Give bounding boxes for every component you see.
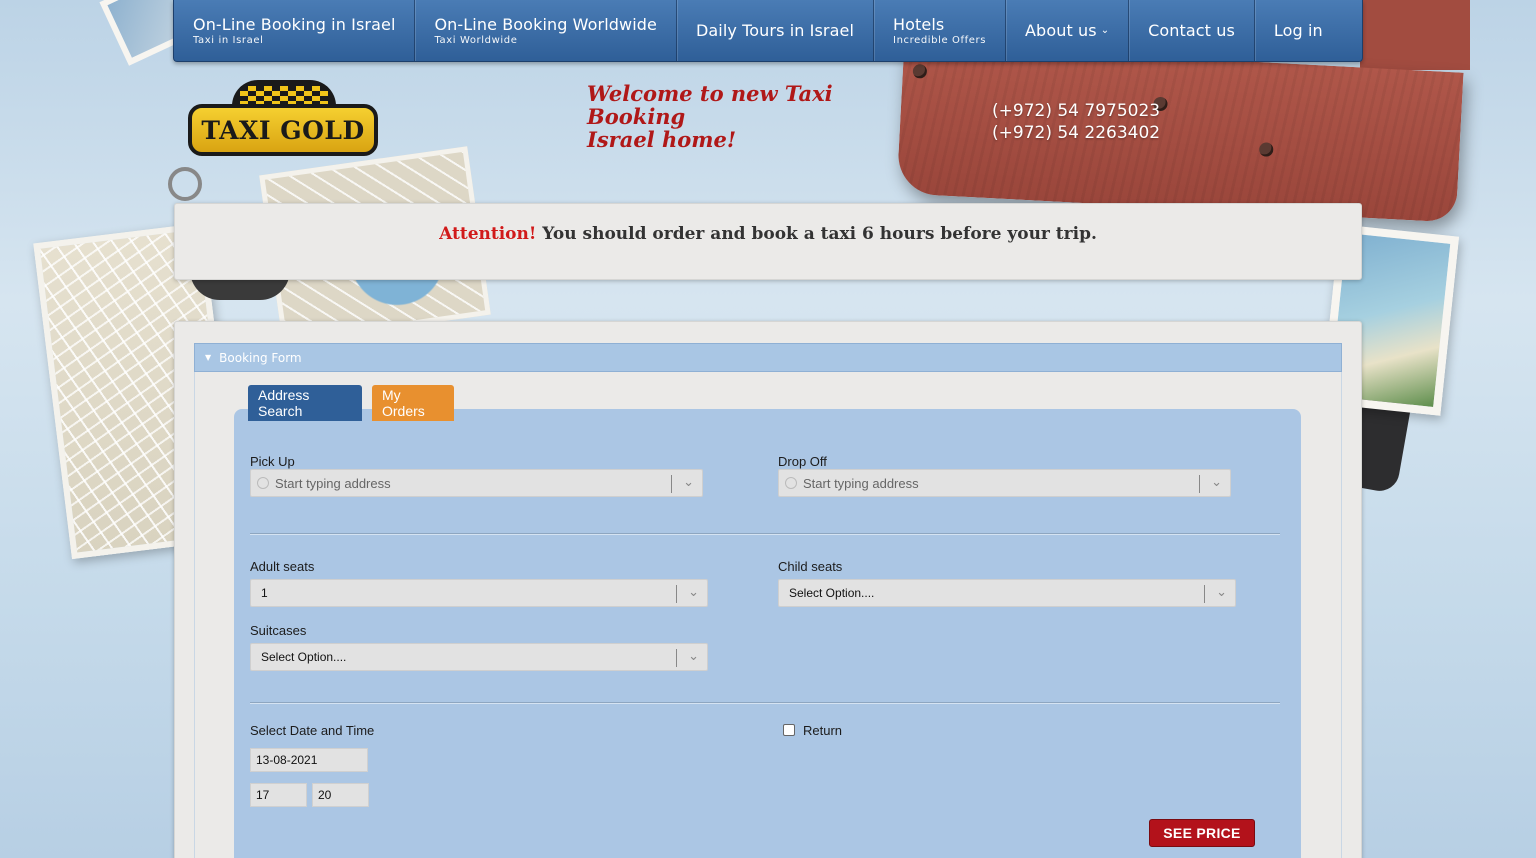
attention-text: You should order and book a taxi 6 hours… bbox=[542, 224, 1097, 244]
keyring-decoration bbox=[168, 167, 202, 201]
suitcases-label: Suitcases bbox=[250, 623, 307, 638]
nav-label: Hotels bbox=[893, 15, 945, 34]
nav-online-booking-worldwide[interactable]: On-Line Booking Worldwide Taxi Worldwide bbox=[415, 0, 677, 61]
select-separator bbox=[1204, 585, 1205, 603]
nav-label: On-Line Booking in Israel bbox=[193, 15, 396, 34]
hour-input[interactable]: 17 bbox=[250, 783, 307, 807]
child-seats-label: Child seats bbox=[778, 559, 843, 574]
tab-my-orders[interactable]: My Orders bbox=[372, 385, 454, 421]
pickup-placeholder: Start typing address bbox=[275, 475, 391, 491]
taxi-gold-logo[interactable]: TAXI GOLD bbox=[188, 80, 378, 156]
taxi-sign-checker-icon bbox=[232, 80, 336, 106]
nav-log-in[interactable]: Log in bbox=[1255, 0, 1342, 61]
nav-label: Contact us bbox=[1148, 21, 1235, 40]
welcome-message: Welcome to new Taxi Booking Israel home! bbox=[587, 82, 907, 151]
phone-numbers: (+972) 54 7975023 (+972) 54 2263402 bbox=[992, 100, 1160, 144]
minute-input[interactable]: 20 bbox=[312, 783, 369, 807]
nav-online-booking-israel[interactable]: On-Line Booking in Israel Taxi in Israel bbox=[174, 0, 416, 61]
return-checkbox[interactable] bbox=[783, 724, 795, 736]
phone-number-2: (+972) 54 2263402 bbox=[992, 123, 1161, 143]
dropoff-label: Drop Off bbox=[778, 454, 827, 469]
pickup-label: Pick Up bbox=[250, 454, 295, 469]
child-seats-value: Select Option.... bbox=[789, 586, 875, 600]
suitcases-value: Select Option.... bbox=[261, 650, 347, 664]
attention-highlight: Attention! bbox=[439, 224, 537, 244]
location-pin-icon bbox=[257, 477, 269, 489]
select-separator bbox=[671, 475, 672, 493]
phone-number-1: (+972) 54 7975023 bbox=[992, 101, 1161, 121]
chevron-down-icon: ⌄ bbox=[1100, 25, 1110, 36]
suitcases-select[interactable]: Select Option.... ⌄ bbox=[250, 643, 708, 671]
booking-form-header[interactable]: ▼ Booking Form bbox=[194, 343, 1342, 372]
return-label: Return bbox=[803, 723, 843, 738]
adult-seats-label: Adult seats bbox=[250, 559, 315, 574]
nav-label: Daily Tours in Israel bbox=[695, 21, 855, 40]
dropoff-placeholder: Start typing address bbox=[803, 475, 919, 491]
suitcase-decoration bbox=[896, 43, 1464, 223]
attention-notice: Attention! You should order and book a t… bbox=[174, 203, 1362, 280]
welcome-line-1: Welcome to new Taxi Booking bbox=[587, 81, 833, 129]
nav-contact-us[interactable]: Contact us bbox=[1129, 0, 1255, 61]
datetime-label: Select Date and Time bbox=[250, 723, 375, 738]
chevron-down-icon[interactable]: ⌄ bbox=[688, 648, 699, 664]
booking-form-title: Booking Form bbox=[219, 350, 302, 365]
chevron-down-icon[interactable]: ⌄ bbox=[1211, 474, 1222, 490]
logo-plate: TAXI GOLD bbox=[188, 104, 378, 156]
nav-daily-tours[interactable]: Daily Tours in Israel bbox=[677, 0, 875, 61]
nav-label: About us bbox=[1025, 21, 1097, 40]
adult-seats-value: 1 bbox=[261, 586, 268, 600]
nav-label: On-Line Booking Worldwide bbox=[434, 15, 657, 34]
section-divider bbox=[250, 702, 1280, 703]
chevron-down-icon[interactable]: ⌄ bbox=[688, 584, 699, 600]
nav-sublabel: Taxi in Israel bbox=[193, 35, 264, 46]
logo-text: TAXI GOLD bbox=[201, 115, 365, 145]
adult-seats-select[interactable]: 1 ⌄ bbox=[250, 579, 708, 607]
location-pin-icon bbox=[785, 477, 797, 489]
nav-sublabel: Incredible Offers bbox=[893, 35, 987, 46]
child-seats-select[interactable]: Select Option.... ⌄ bbox=[778, 579, 1236, 607]
nav-label: Log in bbox=[1273, 21, 1323, 40]
chevron-down-icon[interactable]: ⌄ bbox=[683, 474, 694, 490]
select-separator bbox=[1199, 475, 1200, 493]
suitcase-decoration-top bbox=[1360, 0, 1470, 70]
chevron-down-icon[interactable]: ⌄ bbox=[1216, 584, 1227, 600]
triangle-down-icon: ▼ bbox=[205, 353, 212, 362]
nav-sublabel: Taxi Worldwide bbox=[434, 35, 518, 46]
see-price-button[interactable]: SEE PRICE bbox=[1149, 819, 1255, 847]
nav-hotels[interactable]: Hotels Incredible Offers bbox=[874, 0, 1007, 61]
nav-about-us[interactable]: About us ⌄ bbox=[1006, 0, 1130, 61]
dropoff-address-input[interactable]: Start typing address ⌄ bbox=[778, 469, 1231, 497]
select-separator bbox=[676, 585, 677, 603]
welcome-line-2: Israel home! bbox=[587, 127, 737, 152]
pickup-address-input[interactable]: Start typing address ⌄ bbox=[250, 469, 703, 497]
tab-address-search[interactable]: Address Search bbox=[248, 385, 362, 421]
date-input[interactable]: 13-08-2021 bbox=[250, 748, 368, 772]
top-nav: On-Line Booking in Israel Taxi in Israel… bbox=[173, 0, 1363, 62]
section-divider bbox=[250, 533, 1280, 534]
select-separator bbox=[676, 649, 677, 667]
